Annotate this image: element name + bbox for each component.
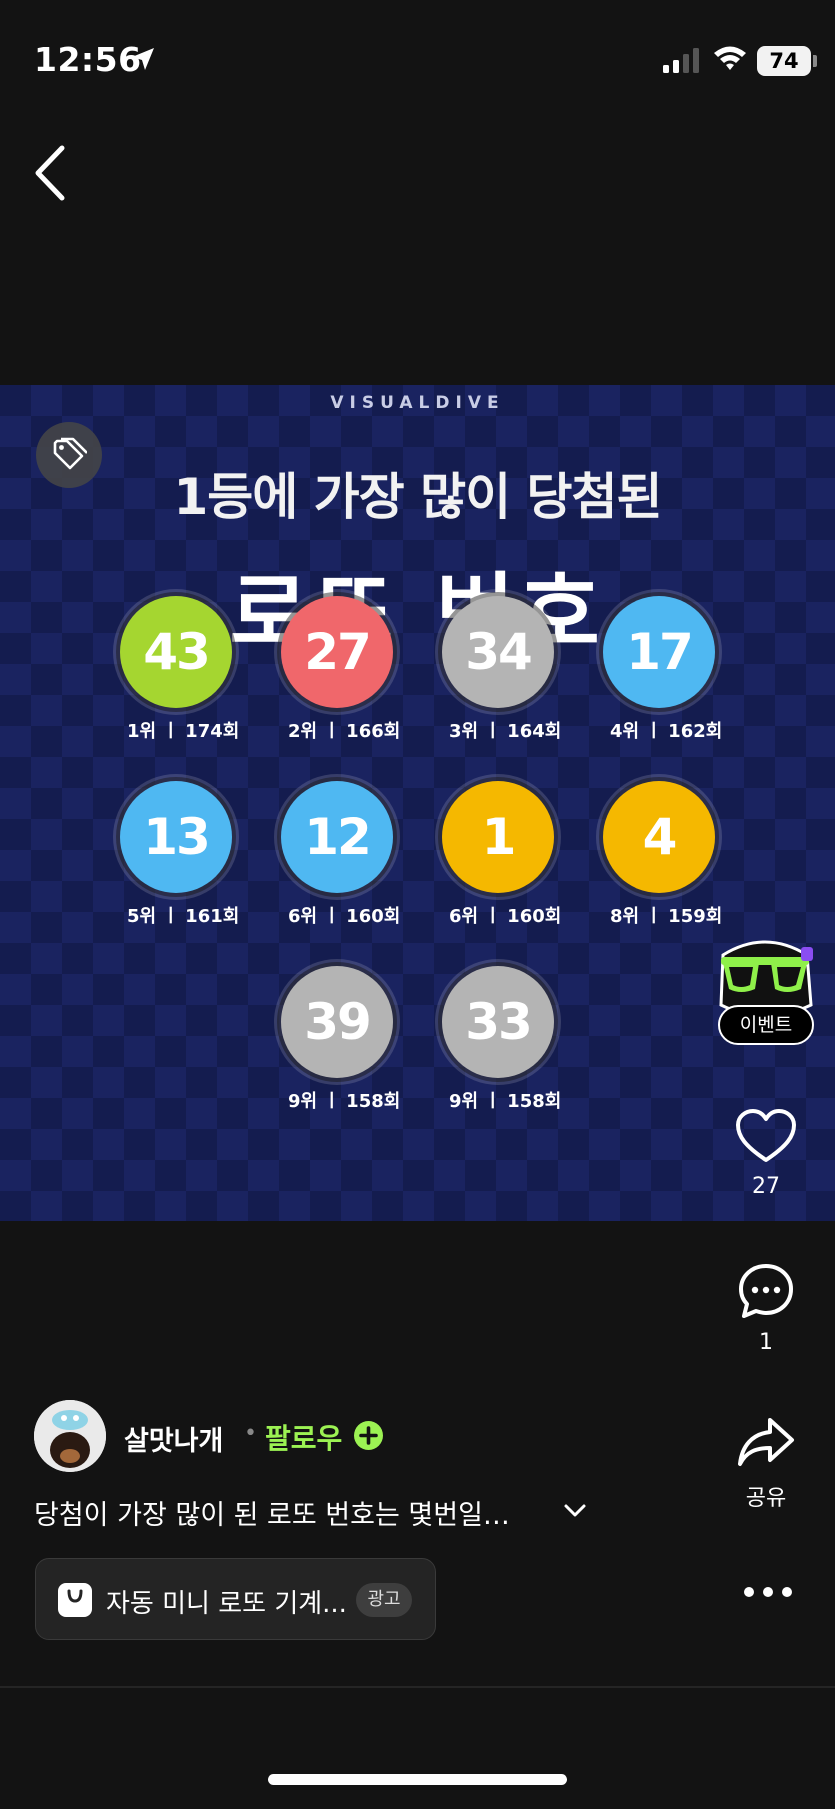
ball-rank-label: 4위 ㅣ 162회: [610, 721, 723, 742]
share-button[interactable]: 공유: [726, 1416, 806, 1512]
location-arrow-icon: [132, 48, 154, 70]
lotto-ball: 34: [442, 596, 554, 708]
lotto-ball: 13: [120, 781, 232, 893]
author-name[interactable]: 살맛나개: [124, 1419, 223, 1458]
ball-rank-label: 6위 ㅣ 160회: [449, 906, 562, 927]
home-indicator[interactable]: [268, 1774, 567, 1785]
status-time: 12:56: [34, 40, 142, 79]
chevron-left-icon: [35, 145, 65, 201]
author-avatar[interactable]: [34, 1400, 106, 1472]
wifi-icon: [714, 46, 746, 70]
post-caption[interactable]: 당첨이 가장 많이 된 로또 번호는 몇번일…: [34, 1493, 510, 1532]
lotto-ball: 27: [281, 596, 393, 708]
brand-label: VISUALDIVE: [330, 393, 505, 413]
bottom-divider: [0, 1686, 835, 1688]
comment-count: 1: [759, 1330, 773, 1355]
ball-rank-label: 6위 ㅣ 160회: [288, 906, 401, 927]
lotto-ball: 4: [603, 781, 715, 893]
ad-product-chip[interactable]: 자동 미니 로또 기계... 광고: [35, 1558, 436, 1640]
lotto-ball: 17: [603, 596, 715, 708]
status-bar: 12:56 74: [0, 0, 835, 120]
post-headline: 1등에 가장 많이 당첨된: [173, 468, 662, 526]
dog-avatar-icon: [34, 1400, 106, 1472]
ad-text: 자동 미니 로또 기계...: [106, 1589, 347, 1619]
chevron-down-icon[interactable]: [562, 1500, 588, 1520]
ball-rank-label: 9위 ㅣ 158회: [449, 1091, 562, 1112]
post-image[interactable]: VISUALDIVE 1등에 가장 많이 당첨된 로또 번호 43 1위 ㅣ 17…: [0, 385, 835, 1221]
ad-badge: 광고: [356, 1583, 412, 1617]
ball-rank-label: 5위 ㅣ 161회: [127, 906, 240, 927]
share-label: 공유: [745, 1486, 787, 1511]
ball-rank-label: 3위 ㅣ 164회: [449, 721, 562, 742]
more-options-icon[interactable]: [743, 1585, 793, 1599]
like-button[interactable]: 27: [726, 1108, 806, 1199]
comment-bubble-icon: [739, 1264, 793, 1318]
cellular-signal-icon: [663, 48, 699, 73]
ball-rank-label: 1위 ㅣ 174회: [127, 721, 240, 742]
share-arrow-icon: [738, 1418, 794, 1466]
event-button[interactable]: 이벤트: [718, 1005, 814, 1045]
ball-rank-label: 2위 ㅣ 166회: [288, 721, 401, 742]
back-button[interactable]: [28, 142, 72, 204]
heart-icon: [736, 1109, 796, 1162]
lotto-ball: 39: [281, 966, 393, 1078]
shopping-bag-icon: [58, 1583, 92, 1617]
comment-button[interactable]: 1: [726, 1262, 806, 1355]
lotto-ball: 1: [442, 781, 554, 893]
like-count: 27: [752, 1174, 780, 1199]
lotto-ball: 43: [120, 596, 232, 708]
ball-rank-label: 8위 ㅣ 159회: [610, 906, 723, 927]
lotto-ball: 33: [442, 966, 554, 1078]
follow-plus-icon[interactable]: [354, 1421, 383, 1450]
battery-icon: 74: [757, 46, 811, 76]
ball-rank-label: 9위 ㅣ 158회: [288, 1091, 401, 1112]
battery-nub: [813, 55, 817, 67]
follow-button[interactable]: 팔로우: [265, 1417, 342, 1457]
lotto-ball: 12: [281, 781, 393, 893]
separator-dot: •: [244, 1421, 257, 1446]
